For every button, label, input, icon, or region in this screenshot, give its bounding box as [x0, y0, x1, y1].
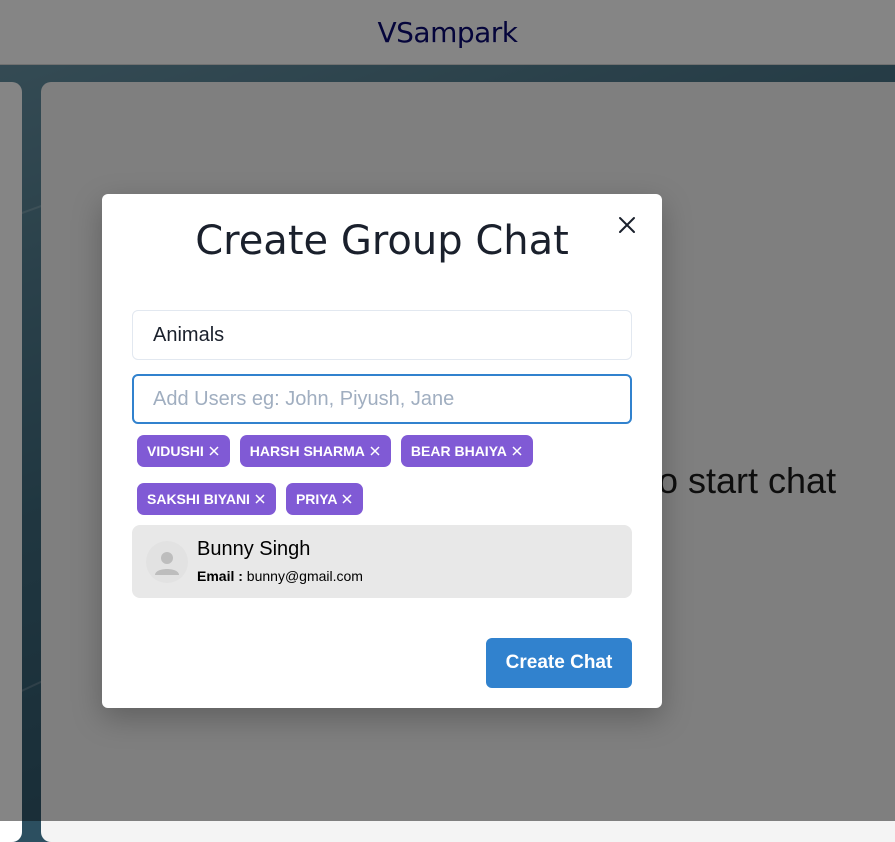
remove-user-icon[interactable] [341, 493, 353, 505]
user-badge: SAKSHI BIYANI [137, 483, 276, 515]
email-value: bunny@gmail.com [246, 568, 363, 584]
user-badge: PRIYA [285, 483, 364, 515]
user-badge-label: VIDUSHI [147, 443, 204, 459]
user-badge-label: SAKSHI BIYANI [147, 491, 250, 507]
avatar-placeholder-icon [146, 541, 188, 583]
result-user-email: Email : bunny@gmail.com [197, 568, 363, 584]
modal-title: Create Group Chat [195, 218, 569, 264]
selected-users-list: VIDUSHI HARSH SHARMA BEAR BHAIYA SAKSHI … [137, 435, 627, 515]
result-user-name: Bunny Singh [197, 538, 311, 560]
user-badge: BEAR BHAIYA [400, 435, 533, 467]
remove-user-icon[interactable] [511, 445, 523, 457]
user-badge-label: PRIYA [295, 491, 338, 507]
email-label: Email : [197, 568, 243, 584]
remove-user-icon[interactable] [254, 493, 266, 505]
user-badge: HARSH SHARMA [239, 435, 391, 467]
user-badge: VIDUSHI [137, 435, 230, 467]
user-badge-label: HARSH SHARMA [249, 443, 365, 459]
remove-user-icon[interactable] [369, 445, 381, 457]
add-users-input[interactable] [132, 374, 632, 424]
chat-name-input[interactable] [132, 310, 632, 360]
user-search-result[interactable]: Bunny Singh Email : bunny@gmail.com [132, 525, 632, 598]
remove-user-icon[interactable] [208, 445, 220, 457]
user-badge-label: BEAR BHAIYA [410, 443, 507, 459]
create-group-chat-modal: Create Group Chat VIDUSHI HARSH SHARMA B… [102, 194, 662, 708]
create-chat-button[interactable]: Create Chat [486, 638, 632, 688]
